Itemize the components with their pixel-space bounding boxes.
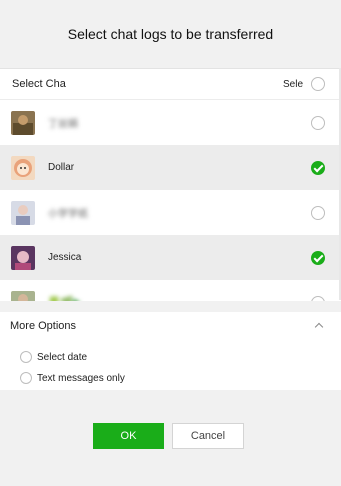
contact-name: Dollar — [48, 162, 75, 173]
contact-select-radio[interactable] — [311, 205, 325, 220]
avatar-image-icon — [11, 200, 35, 225]
option-label: Select date — [37, 351, 88, 363]
option-text-only[interactable]: Text messages only — [20, 372, 125, 384]
avatar-image-icon — [11, 155, 35, 180]
select-all-radio[interactable] — [311, 77, 325, 91]
dialog-title: Select chat logs to be transferred — [67, 26, 274, 42]
contact-row[interactable]: Dollar — [0, 145, 341, 190]
text-only-radio[interactable] — [20, 372, 32, 384]
chevron-up-icon[interactable] — [314, 322, 324, 332]
contact-select-radio[interactable] — [311, 115, 325, 130]
avatar-image-icon — [11, 290, 35, 301]
contact-list: Select Cha Sele 丁丝娟 Dollar 小学学纸 Jessica — [0, 68, 341, 301]
cancel-button[interactable]: Cancel — [172, 423, 244, 449]
option-select-date[interactable]: Select date — [20, 351, 87, 363]
contact-avatar — [11, 200, 35, 225]
contact-select-radio[interactable] — [311, 295, 325, 301]
contact-name: 🍀🌿▶ — [48, 297, 81, 301]
contact-avatar — [11, 155, 35, 180]
contact-name: 丁丝娟 — [48, 119, 78, 130]
ok-button[interactable]: OK — [93, 423, 164, 449]
list-header: Select Cha Sele — [0, 69, 341, 100]
avatar-image-icon — [11, 110, 35, 135]
contact-avatar — [11, 245, 35, 270]
contact-name: 小学学纸 — [48, 209, 88, 220]
contact-row[interactable]: Jessica — [0, 235, 341, 280]
contact-name: Jessica — [48, 252, 82, 263]
contact-select-radio[interactable] — [311, 250, 325, 265]
more-options-panel: More Options Select date Text messages o… — [0, 312, 341, 390]
contact-avatar — [11, 290, 35, 301]
contact-select-radio[interactable] — [311, 160, 325, 175]
list-header-label: Select Cha — [12, 78, 66, 90]
select-date-radio[interactable] — [20, 351, 32, 363]
select-all-label: Sele — [282, 78, 303, 90]
more-options-title: More Options — [10, 320, 77, 332]
contact-row[interactable]: 小学学纸 — [0, 190, 341, 235]
avatar-image-icon — [11, 245, 35, 270]
contact-row[interactable]: 丁丝娟 — [0, 100, 341, 145]
contact-row[interactable]: 🍀🌿▶ — [0, 280, 341, 301]
contact-avatar — [11, 110, 35, 135]
option-label: Text messages only — [37, 372, 125, 384]
